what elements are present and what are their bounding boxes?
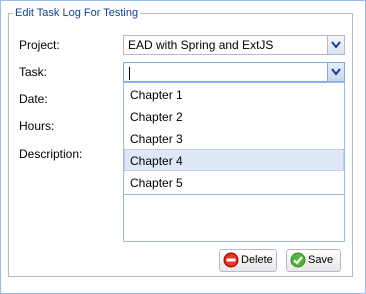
project-combobox-trigger[interactable] (327, 36, 344, 54)
chevron-down-icon (331, 68, 341, 76)
delete-button-label: Delete (241, 254, 273, 266)
project-label: Project: (19, 38, 60, 52)
date-label: Date: (19, 92, 48, 106)
project-combobox[interactable]: EAD with Spring and ExtJS (123, 35, 345, 55)
project-combobox-value: EAD with Spring and ExtJS (128, 38, 274, 52)
save-button[interactable]: Save (286, 249, 341, 272)
task-label: Task: (19, 65, 48, 79)
hours-label: Hours: (19, 119, 55, 133)
description-label: Description: (19, 147, 83, 161)
task-option[interactable]: Chapter 5 (124, 171, 344, 193)
task-option[interactable]: Chapter 1 (124, 83, 344, 105)
fieldset-legend: Edit Task Log For Testing (15, 7, 139, 19)
task-option[interactable]: Chapter 3 (124, 127, 344, 149)
chevron-down-icon (331, 41, 341, 49)
check-icon (290, 252, 306, 268)
task-combobox-trigger[interactable] (327, 63, 344, 81)
window-frame: Edit Task Log For Testing Project: Task:… (0, 0, 366, 294)
task-dropdown-list: Chapter 1 Chapter 2 Chapter 3 Chapter 4 … (123, 82, 345, 195)
task-option[interactable]: Chapter 2 (124, 105, 344, 127)
task-combobox[interactable] (123, 62, 345, 82)
delete-button[interactable]: Delete (219, 249, 277, 272)
task-option-highlighted[interactable]: Chapter 4 (124, 149, 344, 171)
save-button-label: Save (308, 254, 334, 266)
text-caret (129, 67, 130, 80)
delete-icon (223, 252, 239, 268)
